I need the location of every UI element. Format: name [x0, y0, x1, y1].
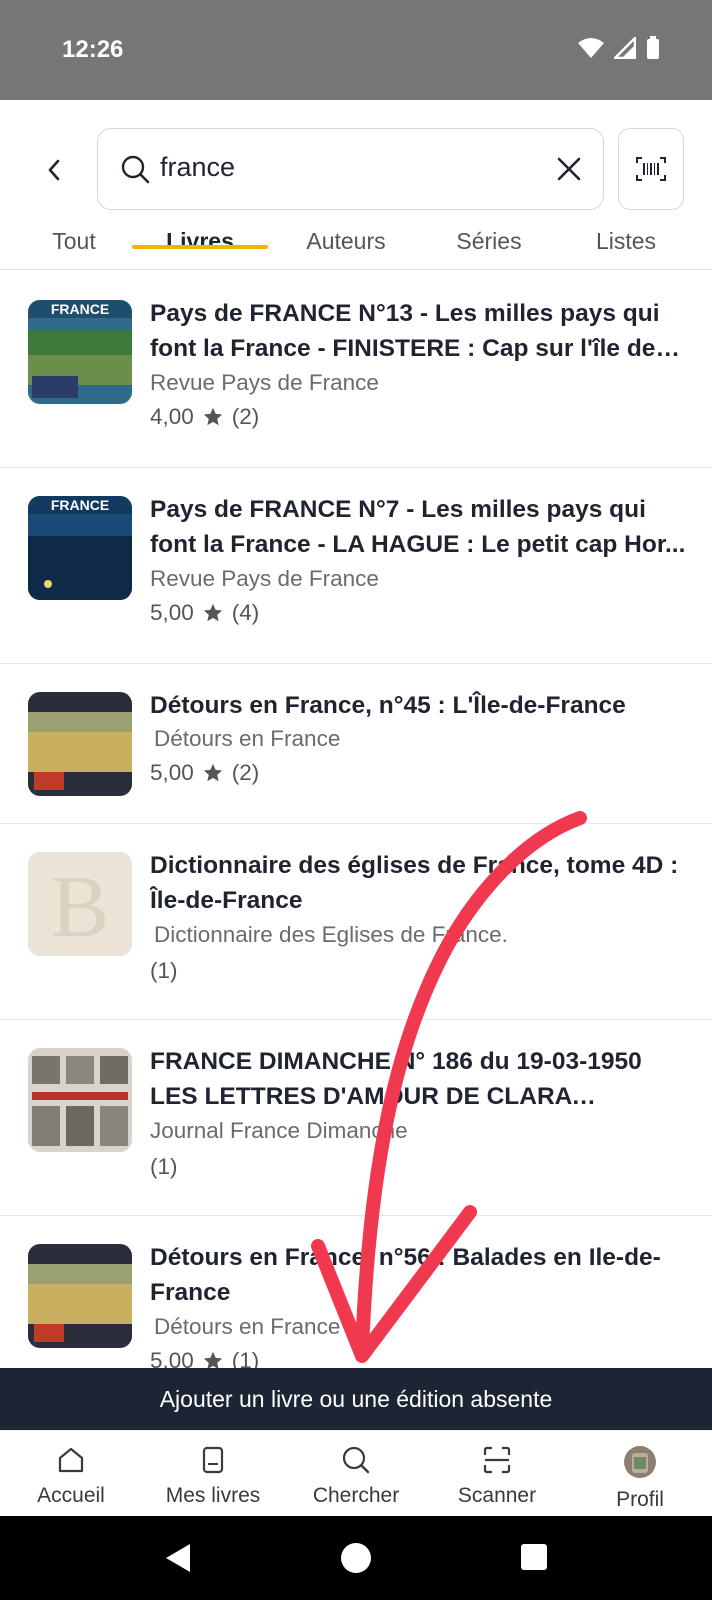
- nav-label: Mes livres: [165, 1484, 261, 1507]
- nav-scanner[interactable]: Scanner: [437, 1445, 557, 1508]
- signal-icon: [614, 37, 636, 59]
- svg-text:FRANCE: FRANCE: [51, 497, 109, 513]
- bottom-navigation: Accueil Mes livres Chercher Scanner Prof…: [0, 1430, 712, 1516]
- wifi-icon: [578, 38, 604, 58]
- rating-count: (1): [150, 958, 178, 983]
- tab-series[interactable]: Séries: [444, 228, 534, 255]
- book-author[interactable]: Dictionnaire des Eglises de France.: [154, 922, 508, 948]
- book-cover: [28, 1048, 132, 1152]
- nav-accueil[interactable]: Accueil: [11, 1445, 131, 1508]
- back-triangle-icon[interactable]: [164, 1542, 192, 1574]
- book-author[interactable]: Détours en France: [154, 726, 340, 752]
- active-tab-indicator: [132, 245, 268, 249]
- book-title[interactable]: Détours en France, n°56 : Balades en Ile…: [150, 1240, 690, 1310]
- status-icons: [578, 36, 660, 60]
- nav-label: Accueil: [37, 1484, 105, 1507]
- rating-count: (2): [231, 760, 260, 785]
- book-cover: FRANCE: [28, 496, 132, 600]
- home-icon: [58, 1447, 84, 1473]
- book-rating: 5,00 (2): [150, 760, 259, 786]
- list-item[interactable]: Détours en France, n°56 : Balades en Ile…: [0, 1216, 712, 1368]
- search-input[interactable]: france: [160, 152, 235, 183]
- chevron-left-icon: [48, 159, 60, 181]
- search-icon: [342, 1446, 370, 1474]
- star-icon: [203, 763, 222, 782]
- back-button[interactable]: [36, 152, 72, 188]
- svg-text:B: B: [51, 859, 110, 956]
- system-navigation-bar: [0, 1516, 712, 1600]
- scan-icon: [483, 1446, 511, 1474]
- search-field[interactable]: france: [97, 128, 604, 210]
- list-item[interactable]: FRANCE Pays de FRANCE N°13 - Les milles …: [0, 272, 712, 468]
- rating-count: (1): [231, 1348, 260, 1368]
- book-author[interactable]: Revue Pays de France: [150, 566, 379, 592]
- book-author[interactable]: Détours en France: [154, 1314, 340, 1340]
- rating-value: 5,00: [150, 600, 194, 625]
- star-icon: [203, 407, 222, 426]
- add-missing-book-button[interactable]: Ajouter un livre ou une édition absente: [0, 1368, 712, 1430]
- tab-tout[interactable]: Tout: [46, 228, 102, 255]
- barcode-icon: [636, 157, 666, 181]
- book-cover: [28, 692, 132, 796]
- search-icon: [121, 155, 150, 184]
- rating-value: 4,00: [150, 404, 194, 429]
- nav-label: Scanner: [457, 1484, 537, 1507]
- svg-text:FRANCE: FRANCE: [51, 301, 109, 317]
- tab-bar: Tout Livres Auteurs Séries Listes: [0, 220, 712, 270]
- recents-square-icon[interactable]: [520, 1543, 548, 1571]
- book-rating: 5,00 (4): [150, 600, 259, 626]
- rating-count: (4): [231, 600, 260, 625]
- nav-label: Profil: [616, 1488, 664, 1511]
- tab-listes[interactable]: Listes: [586, 228, 666, 255]
- rating-count: (2): [231, 404, 260, 429]
- book-author[interactable]: Journal France Dimanche: [150, 1118, 408, 1144]
- list-item[interactable]: Détours en France, n°45 : L'Île-de-Franc…: [0, 664, 712, 824]
- star-icon: [203, 1351, 222, 1368]
- tab-livres[interactable]: Livres: [150, 228, 250, 255]
- nav-chercher[interactable]: Chercher: [296, 1445, 416, 1508]
- close-icon[interactable]: [555, 155, 583, 183]
- book-title[interactable]: Pays de FRANCE N°13 - Les milles pays qu…: [150, 296, 690, 366]
- book-cover: FRANCE: [28, 300, 132, 404]
- status-time: 12:26: [62, 36, 124, 63]
- book-title[interactable]: Dictionnaire des églises de France, tome…: [150, 848, 690, 918]
- tab-auteurs[interactable]: Auteurs: [296, 228, 396, 255]
- book-rating: (1): [150, 958, 178, 984]
- book-author[interactable]: Revue Pays de France: [150, 370, 379, 396]
- book-cover-placeholder: B: [28, 852, 132, 956]
- nav-mes-livres[interactable]: Mes livres: [153, 1445, 273, 1508]
- rating-value: 5,00: [150, 760, 194, 785]
- results-list[interactable]: FRANCE Pays de FRANCE N°13 - Les milles …: [0, 272, 712, 1368]
- nav-profil[interactable]: Profil: [580, 1445, 700, 1512]
- rating-count: (1): [150, 1154, 178, 1179]
- barcode-scan-button[interactable]: [618, 128, 684, 210]
- search-header: france Tout Livres Auteurs Séries Listes: [0, 100, 712, 270]
- star-icon: [203, 603, 222, 622]
- avatar: [624, 1446, 656, 1478]
- nav-label: Chercher: [312, 1484, 400, 1507]
- book-title[interactable]: FRANCE DIMANCHE N° 186 du 19-03-1950 LES…: [150, 1044, 690, 1114]
- list-item[interactable]: FRANCE Pays de FRANCE N°7 - Les milles p…: [0, 468, 712, 664]
- rating-value: 5,00: [150, 1348, 194, 1368]
- list-item[interactable]: B Dictionnaire des églises de France, to…: [0, 824, 712, 1020]
- book-rating: 4,00 (2): [150, 404, 259, 430]
- book-cover: [28, 1244, 132, 1348]
- book-rating: (1): [150, 1154, 178, 1180]
- home-circle-icon[interactable]: [340, 1542, 372, 1574]
- book-title[interactable]: Pays de FRANCE N°7 - Les milles pays qui…: [150, 492, 690, 562]
- status-bar: 12:26: [0, 0, 712, 100]
- list-item[interactable]: FRANCE DIMANCHE N° 186 du 19-03-1950 LES…: [0, 1020, 712, 1216]
- book-icon: [202, 1446, 224, 1474]
- battery-icon: [647, 36, 659, 59]
- book-rating: 5,00 (1): [150, 1348, 259, 1368]
- book-title[interactable]: Détours en France, n°45 : L'Île-de-Franc…: [150, 688, 690, 723]
